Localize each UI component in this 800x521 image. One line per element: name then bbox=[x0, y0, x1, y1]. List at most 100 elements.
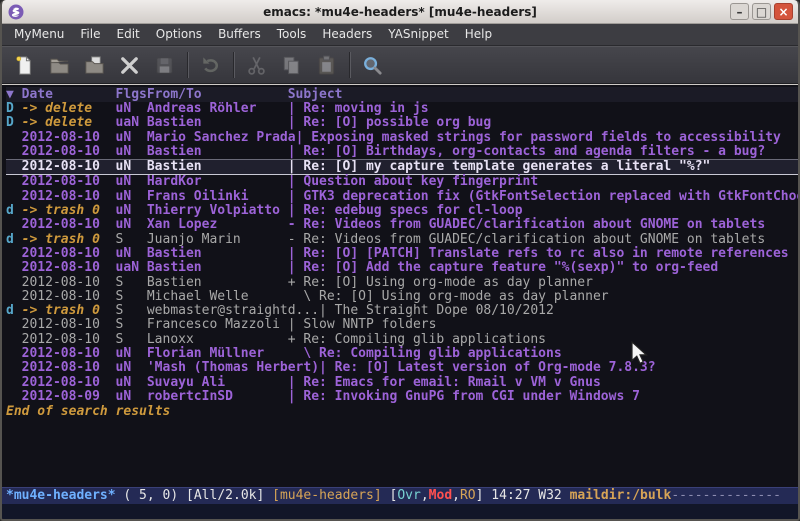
echo-area[interactable] bbox=[2, 504, 798, 519]
menu-file[interactable]: File bbox=[72, 24, 108, 45]
minimize-button[interactable]: – bbox=[730, 3, 749, 20]
row-subject: | Exposing masked strings for password f… bbox=[296, 131, 781, 145]
open-file-button[interactable] bbox=[45, 51, 74, 80]
row-subject: | Re: [O] Birthdays, org-contacts and ag… bbox=[288, 145, 765, 159]
close-button[interactable]: × bbox=[774, 3, 793, 20]
message-row[interactable]: d-> trash 0uNThierry Volpiatto| Re: edeb… bbox=[6, 204, 798, 218]
toolbar-separator bbox=[349, 52, 351, 78]
toolbar-separator bbox=[233, 52, 235, 78]
menu-headers[interactable]: Headers bbox=[314, 24, 380, 45]
row-mark: D bbox=[6, 116, 22, 130]
search-button[interactable] bbox=[358, 51, 387, 80]
menu-yasnippet[interactable]: YASnippet bbox=[380, 24, 457, 45]
cut-icon bbox=[245, 54, 268, 77]
menu-edit[interactable]: Edit bbox=[109, 24, 148, 45]
menu-tools[interactable]: Tools bbox=[269, 24, 315, 45]
message-row[interactable]: 2012-08-10uN'Mash (Thomas Herbert)| Re: … bbox=[6, 361, 798, 375]
emacs-frame: emacs: *mu4e-headers* [mu4e-headers] – □… bbox=[0, 0, 800, 521]
modeline-segment: [mu4e-headers] bbox=[272, 488, 389, 503]
row-flags: S bbox=[116, 304, 147, 318]
row-date: -> trash 0 bbox=[22, 304, 116, 318]
menu-help[interactable]: Help bbox=[457, 24, 500, 45]
row-date: 2012-08-10 bbox=[22, 247, 116, 261]
window-title: emacs: *mu4e-headers* [mu4e-headers] bbox=[2, 0, 798, 24]
message-row[interactable]: D-> deleteuaNBastien| Re: [O] possible o… bbox=[6, 116, 798, 130]
message-row[interactable]: 2012-08-10SBastien+ Re: [O] Using org-mo… bbox=[6, 276, 798, 290]
new-file-icon bbox=[13, 54, 36, 77]
message-row[interactable]: 2012-08-10uNMario Sanchez Prada| Exposin… bbox=[6, 131, 798, 145]
row-from: Bastien bbox=[147, 261, 288, 275]
row-date: 2012-08-10 bbox=[22, 276, 116, 290]
save-buffer-button[interactable] bbox=[150, 51, 179, 80]
message-row[interactable]: 2012-08-10uNFlorian Müllner \ Re: Compil… bbox=[6, 347, 798, 361]
cut-button[interactable] bbox=[242, 51, 271, 80]
row-from: Thierry Volpiatto bbox=[147, 204, 288, 218]
row-subject: | Re: edebug specs for cl-loop bbox=[288, 204, 523, 218]
row-flags: uN bbox=[116, 190, 147, 204]
row-subject: + Re: Compiling glib applications bbox=[288, 333, 546, 347]
message-row[interactable]: 2012-08-10uNHardKor| Question about key … bbox=[6, 175, 798, 189]
header-subject[interactable]: Subject bbox=[288, 87, 343, 102]
kill-buffer-button[interactable] bbox=[115, 51, 144, 80]
message-row[interactable]: 2012-08-10uNBastien| Re: [O] my capture … bbox=[6, 159, 798, 175]
row-from: Bastien bbox=[147, 276, 288, 290]
message-row[interactable]: 2012-08-10SLanoxx+ Re: Compiling glib ap… bbox=[6, 333, 798, 347]
menu-bar: MyMenuFileEditOptionsBuffersToolsHeaders… bbox=[2, 24, 798, 46]
row-from: Bastien bbox=[147, 160, 288, 174]
row-date: 2012-08-10 bbox=[22, 333, 116, 347]
message-row[interactable]: 2012-08-10uNFrans Oilinki| GTK3 deprecat… bbox=[6, 190, 798, 204]
mode-line: *mu4e-headers* ( 5, 0) [All/2.0k] [mu4e-… bbox=[2, 487, 798, 504]
maximize-button[interactable]: □ bbox=[752, 3, 771, 20]
row-from: Mario Sanchez Prada bbox=[147, 131, 296, 145]
message-list: D-> deleteuNAndreas Röhler| Re: moving i… bbox=[6, 102, 798, 404]
row-date: 2012-08-10 bbox=[22, 261, 116, 275]
message-row[interactable]: d-> trash 0Swebmaster@straightd...| The … bbox=[6, 304, 798, 318]
message-row[interactable]: 2012-08-10uNBastien| Re: [O] Birthdays, … bbox=[6, 145, 798, 159]
row-from: Xan Lopez bbox=[147, 218, 288, 232]
copy-button[interactable] bbox=[277, 51, 306, 80]
modeline-segment: 14:27 W32 bbox=[491, 488, 569, 503]
row-subject: | Re: Emacs for email: Rmail v VM v Gnus bbox=[288, 376, 601, 390]
mu4e-headers-buffer: ▼DateFlgsFrom/ToSubject D-> deleteuNAndr… bbox=[2, 84, 798, 487]
row-date: 2012-08-10 bbox=[22, 218, 116, 232]
dired-button[interactable] bbox=[80, 51, 109, 80]
menu-buffers[interactable]: Buffers bbox=[210, 24, 269, 45]
message-row[interactable]: D-> deleteuNAndreas Röhler| Re: moving i… bbox=[6, 102, 798, 116]
row-date: -> trash 0 bbox=[22, 204, 116, 218]
undo-button[interactable] bbox=[196, 51, 225, 80]
row-date: 2012-08-10 bbox=[22, 376, 116, 390]
row-mark: D bbox=[6, 102, 22, 116]
header-flags[interactable]: Flgs bbox=[116, 87, 147, 102]
row-subject: - Re: Videos from GUADEC/clarification a… bbox=[288, 233, 765, 247]
row-date: 2012-08-10 bbox=[22, 175, 116, 189]
row-flags: uN bbox=[116, 102, 147, 116]
row-from: Lanoxx bbox=[147, 333, 288, 347]
message-row[interactable]: 2012-08-10uaNBastien| Re: [O] Add the ca… bbox=[6, 261, 798, 275]
row-subject: | Re: Invoking GnuPG from CGI under Wind… bbox=[288, 390, 640, 404]
message-row[interactable]: 2012-08-10uNXan Lopez- Re: Videos from G… bbox=[6, 218, 798, 232]
search-icon bbox=[361, 54, 384, 77]
row-subject: + Re: [O] Using org-mode as day planner bbox=[288, 276, 593, 290]
menu-options[interactable]: Options bbox=[148, 24, 210, 45]
header-date[interactable]: Date bbox=[22, 87, 116, 102]
row-subject: | The Straight Dope 08/10/2012 bbox=[319, 304, 554, 318]
row-subject: \ Re: [O] Using org-mode as day planner bbox=[288, 290, 609, 304]
message-row[interactable]: 2012-08-10SFrancesco Mazzoli| Slow NNTP … bbox=[6, 318, 798, 332]
row-subject: | GTK3 deprecation fix (GtkFontSelection… bbox=[288, 190, 798, 204]
paste-button[interactable] bbox=[312, 51, 341, 80]
modeline-segment: [All/2.0k] bbox=[186, 488, 272, 503]
open-file-icon bbox=[48, 54, 71, 77]
message-row[interactable]: 2012-08-10uNSuvayu Ali| Re: Emacs for em… bbox=[6, 376, 798, 390]
row-flags: uN bbox=[116, 160, 147, 174]
row-flags: uaN bbox=[116, 116, 147, 130]
new-file-button[interactable] bbox=[10, 51, 39, 80]
row-mark: d bbox=[6, 233, 22, 247]
message-row[interactable]: d-> trash 0SJuanjo Marin- Re: Videos fro… bbox=[6, 233, 798, 247]
message-row[interactable]: 2012-08-09uNrobertcInSD| Re: Invoking Gn… bbox=[6, 390, 798, 404]
message-row[interactable]: 2012-08-10uNBastien| Re: [O] [PATCH] Tra… bbox=[6, 247, 798, 261]
row-date: -> delete bbox=[22, 102, 116, 116]
message-row[interactable]: 2012-08-10SMichael Welle \ Re: [O] Using… bbox=[6, 290, 798, 304]
menu-mymenu[interactable]: MyMenu bbox=[6, 24, 72, 45]
row-flags: uN bbox=[116, 347, 147, 361]
header-from[interactable]: From/To bbox=[147, 87, 288, 102]
